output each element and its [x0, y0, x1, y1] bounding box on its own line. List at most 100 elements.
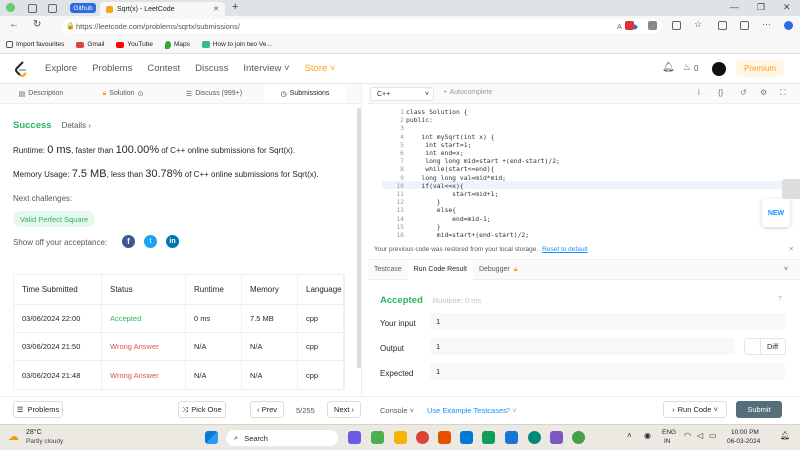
linkedin-icon[interactable]: in — [166, 235, 179, 248]
code-line[interactable]: } — [406, 223, 441, 231]
status-accepted[interactable]: Accepted — [102, 305, 186, 332]
back-icon[interactable]: ← — [9, 19, 19, 30]
task-view-icon[interactable] — [348, 431, 361, 444]
tab-sqrtx[interactable]: Sqrt(x) - LeetCode ✕ — [100, 2, 225, 16]
tray-app-icon[interactable]: ◉ — [644, 431, 651, 440]
code-line[interactable]: end=mid-1; — [406, 215, 491, 223]
help-menu[interactable]: ? ˅ — [506, 406, 517, 415]
code-line[interactable]: mid=start+(end-start)/2; — [406, 231, 529, 239]
code-line[interactable]: int end=x; — [406, 149, 463, 157]
favorites-icon[interactable]: ☆ — [694, 19, 702, 30]
tray-chevron-icon[interactable]: ˄ — [627, 431, 632, 440]
chevron-down-icon[interactable]: ˅ — [784, 266, 788, 273]
file-explorer-icon[interactable] — [394, 431, 407, 444]
table-row[interactable]: 03/06/2024 22:00 Accepted 0 ms 7.5 MB cp… — [14, 305, 344, 333]
nav-store[interactable]: Store ˅ — [305, 63, 336, 74]
expected-value[interactable]: 1 — [430, 363, 785, 380]
facebook-icon[interactable]: f — [122, 235, 135, 248]
extension-icon[interactable] — [625, 21, 634, 30]
tab-solution[interactable]: 🔒︎ Solution ⊙ — [82, 84, 164, 103]
more-menu-icon[interactable]: ··· — [762, 19, 771, 29]
browser-essentials-icon[interactable] — [740, 21, 749, 30]
clock-time[interactable]: 10:00 PM — [731, 429, 759, 436]
output-value[interactable]: 1 — [430, 338, 735, 355]
bookmark-import[interactable]: Import favourites — [6, 41, 64, 48]
code-line[interactable]: int mySqrt(int x) { — [406, 133, 494, 141]
pick-one-button[interactable]: ⤨ Pick One — [178, 401, 226, 418]
col-memory[interactable]: Memory — [242, 275, 298, 304]
avatar[interactable] — [712, 62, 726, 76]
leetcode-logo-icon[interactable] — [14, 61, 28, 77]
new-feature-badge[interactable]: NEW — [762, 199, 790, 227]
help-icon[interactable]: ? — [778, 296, 782, 303]
challenge-chip[interactable]: Valid Perfect Square — [13, 211, 96, 227]
settings-gear-icon[interactable]: ⚙ — [760, 88, 767, 97]
problems-button[interactable]: ☰ Problems — [13, 401, 63, 418]
wifi-icon[interactable]: ◠ — [684, 431, 691, 440]
language-select[interactable]: C++ ˅ — [370, 87, 434, 101]
prev-button[interactable]: ‹ Prev — [250, 401, 284, 418]
diff-switch[interactable] — [745, 339, 761, 354]
autocomplete-toggle[interactable]: • Autocomplete — [444, 89, 492, 96]
code-line[interactable]: long long val=mid*mid; — [406, 174, 506, 182]
table-row[interactable]: 03/06/2024 21:48 Wrong Answer N/A N/A cp… — [14, 361, 344, 389]
code-line[interactable]: class Solution { — [406, 108, 468, 116]
tab-github[interactable]: Github — [70, 3, 96, 13]
next-button[interactable]: Next › — [327, 401, 361, 418]
code-line[interactable]: } — [406, 198, 441, 206]
fullscreen-icon[interactable]: ⛶ — [780, 88, 786, 98]
tab-discuss[interactable]: ☰ Discuss (999+) — [164, 84, 264, 103]
code-line[interactable]: public: — [406, 116, 433, 124]
code-line[interactable]: while(start<=end){ — [406, 165, 494, 173]
extension-2-icon[interactable] — [648, 21, 657, 30]
code-line[interactable]: start=mid+1; — [406, 190, 498, 198]
streak-fire-icon[interactable]: ♨ — [683, 62, 691, 73]
nav-interview[interactable]: Interview ˅ — [243, 63, 289, 74]
run-code-button[interactable]: › Run Code ˅ — [663, 401, 727, 418]
col-time[interactable]: Time Submitted — [14, 275, 102, 304]
info-icon[interactable]: i — [698, 88, 700, 97]
mail-icon[interactable] — [505, 431, 518, 444]
side-panel-handle[interactable] — [782, 179, 800, 199]
windows-start-icon[interactable] — [205, 431, 218, 444]
col-language[interactable]: Language — [298, 275, 344, 304]
tab-debugger[interactable]: Debugger — [473, 266, 514, 273]
tab-actions-icon[interactable] — [48, 4, 57, 13]
status-wrong[interactable]: Wrong Answer — [102, 361, 186, 389]
bookmark-youtube[interactable]: YouTube — [116, 41, 153, 48]
console-toggle[interactable]: Console ˅ — [380, 406, 414, 415]
twitter-icon[interactable]: t — [144, 235, 157, 248]
taskbar-search[interactable]: ⌕ Search — [226, 430, 338, 446]
widgets-icon[interactable] — [371, 431, 384, 444]
code-line[interactable]: else{ — [406, 206, 456, 214]
vscode-icon[interactable] — [460, 431, 473, 444]
reload-icon[interactable]: ↻ — [33, 19, 41, 30]
minimize-icon[interactable]: — — [730, 2, 739, 12]
whatsapp-icon[interactable] — [572, 431, 585, 444]
profile-icon[interactable] — [6, 3, 15, 12]
weather-temp[interactable]: 28°C — [26, 429, 42, 436]
braces-icon[interactable]: {} — [718, 88, 723, 97]
example-testcases-link[interactable]: Use Example Testcases — [427, 406, 507, 415]
reset-default-link[interactable]: Reset to default — [542, 246, 588, 253]
nav-problems[interactable]: Problems — [92, 63, 132, 74]
split-screen-icon[interactable] — [672, 21, 681, 30]
nav-explore[interactable]: Explore — [45, 63, 77, 74]
details-link[interactable]: Details › — [62, 121, 91, 130]
tab-run-code-result[interactable]: Run Code Result — [407, 259, 473, 280]
bookmark-howto[interactable]: How to join two Ve... — [201, 41, 272, 48]
nav-contest[interactable]: Contest — [147, 63, 180, 74]
battery-icon[interactable]: ▭ — [709, 431, 717, 440]
premium-button[interactable]: Premium — [736, 60, 784, 77]
collections-panel-icon[interactable] — [718, 21, 727, 30]
teams-icon[interactable] — [550, 431, 563, 444]
col-runtime[interactable]: Runtime — [186, 275, 242, 304]
store-icon[interactable] — [482, 431, 495, 444]
clock-date[interactable]: 06-03-2024 — [727, 438, 760, 445]
weather-desc[interactable]: Partly cloudy — [26, 438, 63, 445]
bookmark-gmail[interactable]: Gmail — [76, 41, 104, 48]
close-window-icon[interactable]: ✕ — [783, 2, 791, 13]
code-line[interactable]: if(val<=x){ — [406, 182, 463, 190]
your-input-value[interactable]: 1 — [430, 313, 785, 330]
reset-code-icon[interactable]: ↺ — [740, 88, 747, 97]
